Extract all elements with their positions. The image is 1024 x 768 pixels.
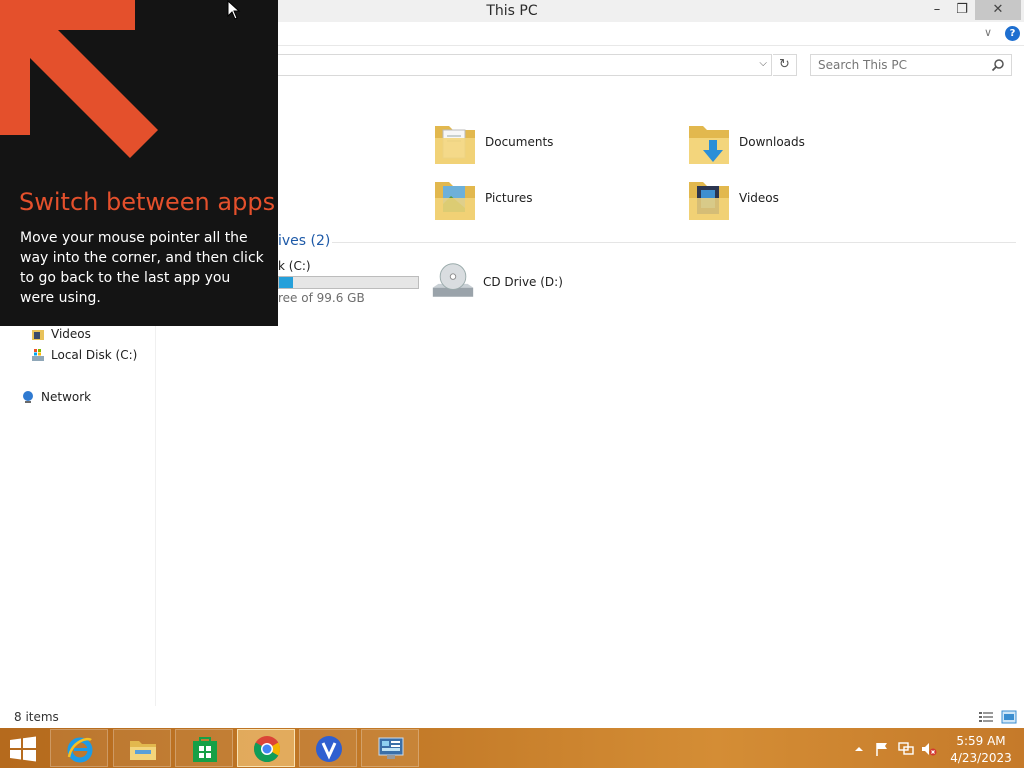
nav-item-label: Videos (51, 327, 91, 341)
downloads-folder-icon (689, 126, 729, 164)
refresh-button[interactable]: ↻ (773, 54, 797, 76)
folder-label: Pictures (485, 191, 533, 205)
start-button-icon[interactable] (8, 736, 38, 762)
folder-tile-documents[interactable]: Documents (433, 118, 633, 174)
folder-label: Videos (739, 191, 779, 205)
volume-muted-icon[interactable] (921, 741, 937, 757)
file-explorer-icon (130, 741, 156, 760)
search-icon[interactable] (991, 58, 1005, 72)
tip-body: Move your mouse pointer all the way into… (20, 230, 264, 306)
taskbar-v-app[interactable] (299, 729, 357, 767)
network-icon (23, 391, 33, 403)
item-count: 8 items (14, 710, 59, 724)
taskbar-chrome[interactable] (237, 729, 295, 767)
local-disk-icon (32, 349, 44, 361)
videos-folder-icon (689, 182, 729, 220)
local-disk-label[interactable]: k (C:) (278, 259, 311, 273)
disk-free-space: ree of 99.6 GB (278, 291, 365, 305)
status-bar: 8 items (0, 706, 1024, 728)
search-input[interactable] (818, 58, 978, 72)
close-button[interactable]: ✕ (975, 0, 1021, 20)
nav-item-label: Network (41, 390, 92, 404)
switch-apps-tip: Switch between apps Move your mouse poin… (0, 0, 278, 326)
taskbar-store[interactable] (175, 729, 233, 767)
folder-label: Downloads (739, 135, 805, 149)
taskbar-ie[interactable] (50, 729, 108, 767)
video-folder-icon (32, 330, 44, 340)
show-hidden-icons-icon[interactable] (851, 741, 867, 757)
taskbar (0, 728, 1024, 768)
drive-label: CD Drive (D:) (483, 275, 563, 289)
restore-button[interactable]: ❐ (949, 0, 975, 20)
drive-tile-cd[interactable]: CD Drive (D:) (431, 258, 631, 314)
clock-date[interactable]: 4/23/2023 (940, 751, 1022, 765)
disk-usage-bar (278, 276, 419, 289)
address-dropdown-icon[interactable]: ⌵ (759, 58, 767, 69)
v-app-icon (316, 736, 342, 762)
large-icons-view-icon[interactable] (1001, 710, 1017, 724)
search-box[interactable] (810, 54, 1012, 76)
network-status-icon[interactable] (898, 741, 914, 757)
help-icon[interactable]: ? (1005, 26, 1020, 41)
ie-icon (67, 737, 93, 763)
nav-item-label: Local Disk (C:) (51, 348, 138, 362)
documents-folder-icon (435, 126, 475, 164)
clock-time[interactable]: 5:59 AM (940, 734, 1022, 748)
pictures-folder-icon (435, 182, 475, 220)
folder-tile-pictures[interactable]: Pictures (433, 174, 633, 230)
taskbar-control-panel[interactable] (361, 729, 419, 767)
address-bar[interactable]: ⌵ (260, 54, 772, 76)
chrome-icon (253, 736, 281, 763)
expand-ribbon-icon[interactable]: ∨ (984, 26, 992, 39)
cd-drive-icon (432, 263, 474, 297)
details-view-icon[interactable] (978, 710, 994, 724)
group-divider (332, 242, 1016, 243)
folder-tile-downloads[interactable]: Downloads (687, 118, 887, 174)
tip-title: Switch between apps (19, 188, 276, 216)
taskbar-file-explorer[interactable] (113, 729, 171, 767)
corner-arrow-icon (0, 0, 158, 158)
folder-tile-videos[interactable]: Videos (687, 174, 887, 230)
folder-label: Documents (485, 135, 554, 149)
store-icon (193, 737, 217, 762)
devices-and-drives-header[interactable]: ives (2) (278, 233, 330, 249)
minimize-button[interactable]: – (924, 0, 950, 20)
disk-usage-fill (279, 277, 293, 288)
control-panel-icon (378, 737, 404, 759)
mouse-cursor-icon (227, 0, 241, 20)
action-center-flag-icon[interactable] (874, 741, 890, 757)
